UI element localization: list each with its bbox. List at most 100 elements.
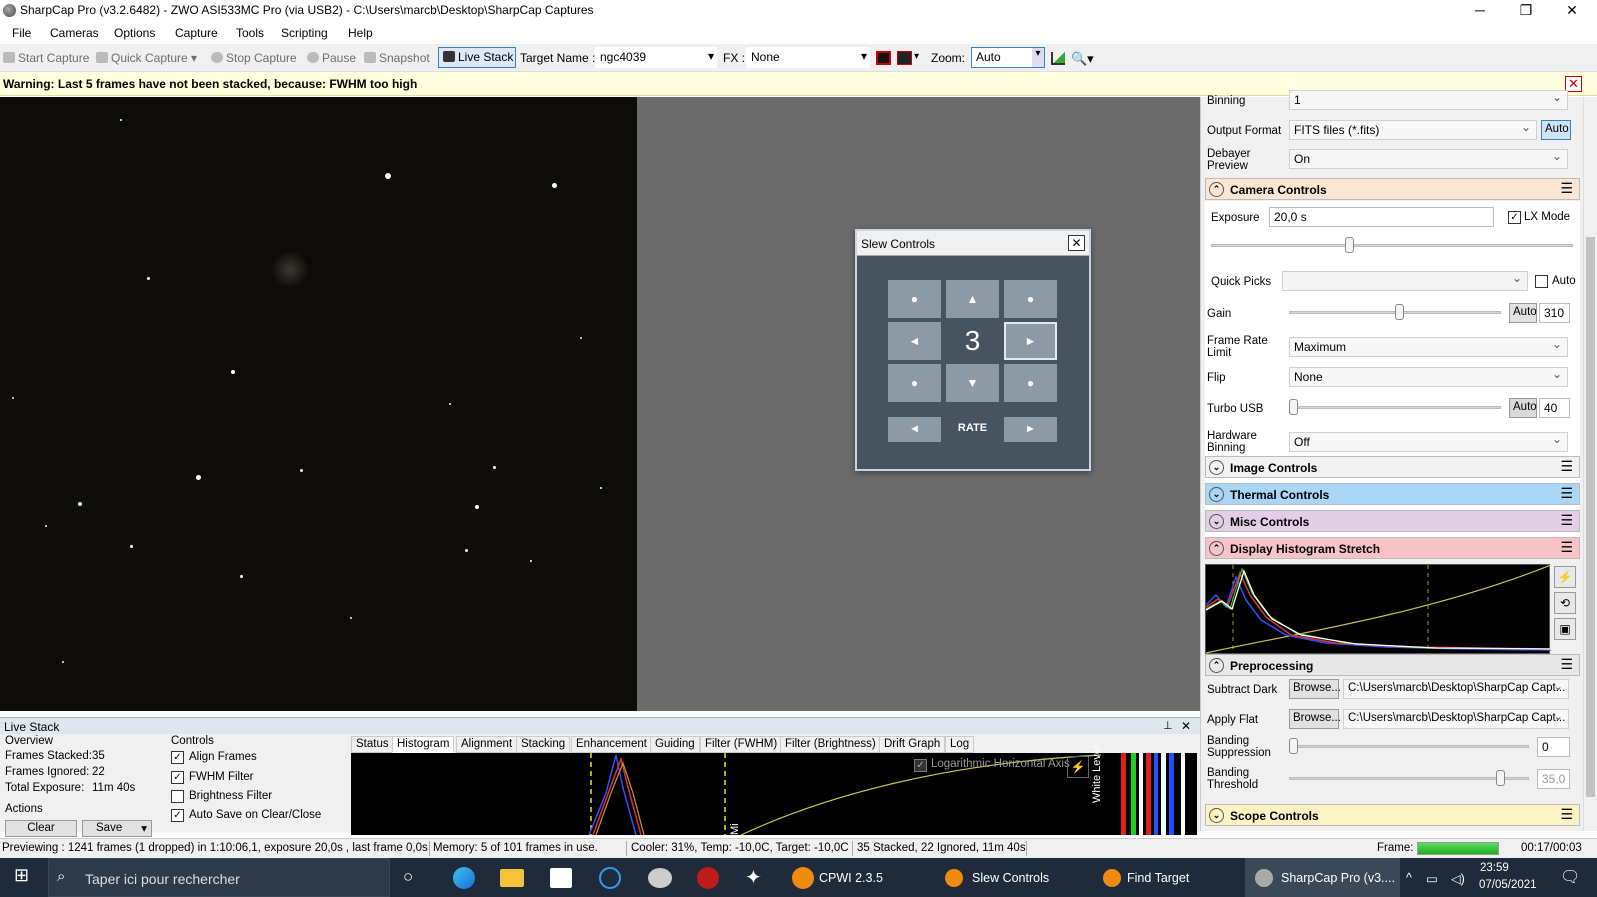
slew-northwest-button[interactable]: ● (888, 280, 941, 318)
hardware-binning-select[interactable]: Off (1289, 432, 1568, 452)
banding-threshold-thumb[interactable] (1496, 770, 1505, 786)
star-app-icon[interactable]: ✦ (745, 865, 762, 890)
edge-icon[interactable] (453, 867, 475, 889)
slew-down-button[interactable]: ▼ (946, 364, 999, 402)
menu-tools[interactable]: Tools (236, 26, 264, 40)
taskbar-find-target[interactable]: Find Target (1127, 871, 1189, 885)
save-icon[interactable]: ▣ (1554, 618, 1576, 640)
taskbar-cpwi[interactable]: CPWI 2.3.5 (819, 871, 883, 885)
histogram-icon[interactable] (1051, 52, 1065, 65)
output-format-select[interactable]: FITS files (*.fits) (1289, 120, 1537, 140)
exposure-slider[interactable] (1211, 236, 1573, 256)
cpwi-icon[interactable] (792, 867, 814, 889)
subtract-dark-browse-button[interactable]: Browse... (1289, 679, 1341, 699)
taskbar-search[interactable]: ⌕ Taper ici pour rechercher (48, 858, 390, 897)
battery-icon[interactable]: ▭ (1426, 871, 1438, 886)
lx-mode-checkbox[interactable]: ✓ (1508, 211, 1521, 224)
quick-picks-select[interactable] (1282, 271, 1528, 291)
gain-auto-button[interactable]: Auto (1509, 303, 1537, 323)
clear-button[interactable]: Clear (5, 820, 77, 837)
tab-histogram[interactable]: Histogram (392, 736, 455, 753)
zoom-combo[interactable]: Auto ▾ (971, 47, 1045, 68)
turbo-usb-slider[interactable] (1289, 398, 1501, 418)
taskbar-slew-controls[interactable]: Slew Controls (972, 871, 1049, 885)
quick-capture-button[interactable]: Quick Capture ▾ (96, 51, 197, 65)
tab-filter-brightness[interactable]: Filter (Brightness) (780, 736, 881, 753)
menu-file[interactable]: File (12, 26, 31, 40)
turbo-usb-auto-button[interactable]: Auto (1509, 398, 1537, 418)
live-stack-histogram[interactable]: ✓ Logarithmic Horizontal Axis ⚡ White Le… (351, 746, 1197, 836)
menu-icon[interactable]: ☰ (1560, 485, 1573, 502)
reticle-icon[interactable] (876, 51, 891, 65)
live-stack-close-button[interactable]: ✕ (1181, 719, 1191, 733)
auto-save-checkbox[interactable]: ✓ (171, 809, 184, 822)
tab-stacking[interactable]: Stacking (516, 736, 571, 753)
auto-stretch-icon[interactable]: ⚡ (1067, 756, 1089, 778)
apply-flat-select[interactable]: C:\Users\marcb\Desktop\SharpCap Capt... (1343, 709, 1569, 729)
display-histogram-header[interactable]: ⌃ Display Histogram Stretch ☰ (1205, 537, 1580, 559)
snapshot-button[interactable]: Snapshot (364, 51, 430, 65)
app-icon[interactable] (550, 868, 572, 888)
save-stack-button[interactable]: Save ▾ (82, 820, 152, 837)
windows-start-icon[interactable]: ⊞ (14, 865, 29, 886)
gain-slider-thumb[interactable] (1394, 304, 1404, 320)
zoom-icon[interactable]: 🔍▾ (1071, 51, 1094, 67)
auto-stretch-icon[interactable]: ⚡ (1554, 566, 1576, 588)
scope-controls-header[interactable]: ⌄ Scope Controls ☰ (1205, 804, 1580, 826)
frame-rate-limit-select[interactable]: Maximum (1289, 337, 1568, 357)
slew-northeast-button[interactable]: ● (1004, 280, 1057, 318)
stop-capture-button[interactable]: Stop Capture (211, 51, 297, 65)
menu-icon[interactable]: ☰ (1560, 539, 1573, 556)
target-name-combo[interactable]: ngc4039 ▾ (595, 47, 717, 68)
tab-drift-graph[interactable]: Drift Graph (879, 736, 946, 753)
taskbar-sharpcap-active[interactable]: SharpCap Pro (v3.... (1245, 858, 1400, 897)
flip-select[interactable]: None (1289, 367, 1568, 387)
rate-increase-button[interactable]: ► (1004, 417, 1057, 442)
chevron-down-icon[interactable]: ▾ (914, 51, 919, 62)
control-panel-scrollbar[interactable] (1583, 97, 1597, 831)
menu-scripting[interactable]: Scripting (281, 26, 328, 40)
gain-slider[interactable] (1289, 303, 1501, 323)
align-frames-checkbox[interactable]: ✓ (171, 751, 184, 764)
banding-threshold-input[interactable]: 35,0 (1537, 769, 1570, 789)
debayer-preview-select[interactable]: On (1289, 149, 1568, 169)
pause-button[interactable]: Pause (307, 51, 356, 65)
banding-suppression-slider[interactable] (1289, 737, 1529, 757)
tab-enhancement[interactable]: Enhancement (571, 736, 652, 753)
pin-icon[interactable]: ⊥ (1163, 719, 1173, 732)
exposure-slider-thumb[interactable] (1345, 237, 1355, 253)
thermal-controls-header[interactable]: ⌄ Thermal Controls ☰ (1205, 483, 1580, 505)
slew-southeast-button[interactable]: ● (1004, 364, 1057, 402)
taskbar-time[interactable]: 23:59 (1480, 862, 1509, 874)
volume-icon[interactable]: ◁) (1451, 871, 1465, 886)
menu-cameras[interactable]: Cameras (50, 26, 99, 40)
turbo-usb-input[interactable]: 40 (1539, 398, 1570, 418)
menu-icon[interactable]: ☰ (1560, 180, 1573, 197)
gain-input[interactable]: 310 (1539, 303, 1570, 323)
slew-close-button[interactable]: ✕ (1068, 235, 1085, 251)
quick-picks-auto-checkbox[interactable] (1535, 275, 1548, 288)
preprocessing-header[interactable]: ⌃ Preprocessing ☰ (1205, 654, 1580, 676)
app-icon[interactable] (599, 867, 621, 889)
log-axis-checkbox[interactable]: ✓ (914, 759, 927, 772)
menu-icon[interactable]: ☰ (1560, 806, 1573, 823)
live-stack-button[interactable]: Live Stack (438, 47, 516, 68)
taskbar-date[interactable]: 07/05/2021 (1479, 879, 1537, 891)
close-window-button[interactable]: ✕ (1549, 0, 1595, 22)
notification-icon[interactable]: 🗨 (1560, 867, 1580, 887)
camera-controls-header[interactable]: ⌃ Camera Controls ☰ (1205, 178, 1580, 200)
banding-threshold-slider[interactable] (1289, 769, 1529, 789)
fwhm-filter-checkbox[interactable]: ✓ (171, 771, 184, 784)
display-histogram-chart[interactable] (1205, 564, 1552, 655)
exposure-input[interactable]: 20,0 s (1269, 207, 1494, 227)
app-icon[interactable] (648, 868, 672, 888)
banding-suppression-thumb[interactable] (1289, 738, 1298, 754)
menu-icon[interactable]: ☰ (1560, 656, 1573, 673)
menu-options[interactable]: Options (114, 26, 155, 40)
menu-help[interactable]: Help (348, 26, 373, 40)
slew-up-button[interactable]: ▲ (946, 280, 999, 318)
tab-filter-fwhm[interactable]: Filter (FWHM) (700, 736, 783, 753)
chevron-up-icon[interactable]: ^ (1406, 871, 1412, 885)
apply-flat-browse-button[interactable]: Browse... (1289, 709, 1341, 729)
start-capture-button[interactable]: Start Capture (3, 51, 89, 65)
